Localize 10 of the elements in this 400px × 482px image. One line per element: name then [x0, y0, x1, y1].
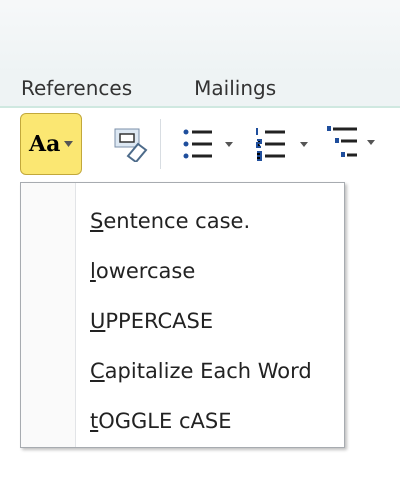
change-case-button[interactable]: Aa — [20, 113, 82, 175]
caret-icon — [64, 141, 74, 147]
menu-item[interactable]: Capitalize Each Word — [90, 347, 312, 397]
menu-item[interactable]: lowercase — [90, 247, 312, 297]
menu-item[interactable]: tOGGLE cASE — [90, 397, 312, 447]
ribbon-tab[interactable]: References — [21, 73, 132, 103]
clear-formatting-icon[interactable] — [112, 126, 148, 162]
ribbon-tab[interactable]: Mailings — [194, 73, 276, 103]
menu-item[interactable]: Sentence case. — [90, 197, 312, 247]
menu-item[interactable]: UPPERCASE — [90, 297, 312, 347]
